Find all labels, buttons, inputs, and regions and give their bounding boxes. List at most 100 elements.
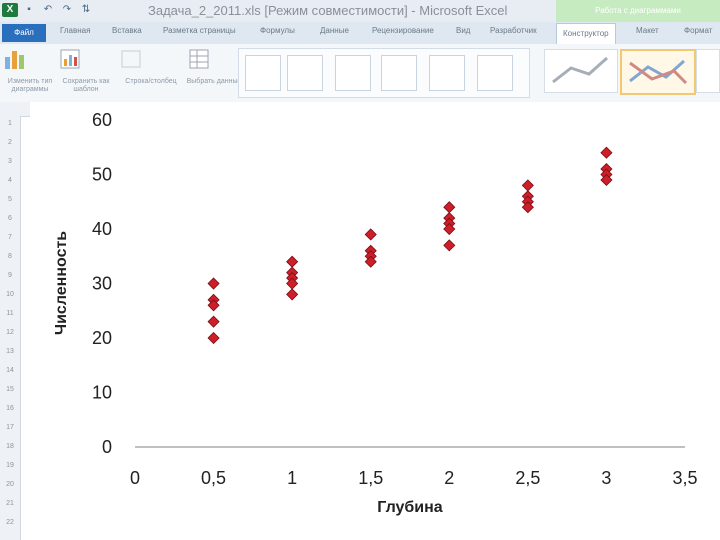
tab-format[interactable]: Формат	[684, 26, 712, 35]
tab-insert[interactable]: Вставка	[112, 26, 142, 35]
ribbon-design: Изменить тип диаграммы Сохранить как шаб…	[0, 44, 720, 103]
row-number[interactable]: 20	[0, 481, 20, 488]
data-point[interactable]	[600, 146, 613, 159]
chart-type-icon	[5, 51, 24, 69]
x-tick-labels: 0 0,5 1 1,5 2 2,5 3 3,5	[130, 468, 698, 488]
row-number[interactable]: 22	[0, 519, 20, 526]
y-tick-label: 50	[92, 165, 112, 185]
data-point[interactable]	[286, 288, 299, 301]
tab-page-layout[interactable]: Разметка страницы	[163, 26, 236, 35]
select-data-button[interactable]: Выбрать данные	[186, 47, 242, 99]
redo-icon[interactable]: ↷	[59, 3, 75, 17]
chart-style-1[interactable]	[544, 49, 618, 93]
x-tick-label: 0,5	[201, 468, 226, 488]
scatter-chart: 0 10 20 30 40 50 60 0 0,5 1 1,5 2 2,5 3 3,5 Численнос…	[53, 110, 698, 516]
row-number[interactable]: 15	[0, 386, 20, 393]
data-point[interactable]	[364, 228, 377, 241]
chart-tools-context-tab: Работа с диаграммами	[556, 0, 720, 22]
y-tick-label: 30	[92, 274, 112, 294]
switch-row-column-label: Строка/столбец	[125, 78, 177, 85]
x-tick-label: 3	[601, 468, 611, 488]
switch-row-column-icon	[121, 50, 141, 68]
select-data-icon	[189, 49, 209, 69]
data-point[interactable]	[521, 179, 534, 192]
chart-layout-3[interactable]	[335, 55, 371, 91]
x-tick-label: 2,5	[515, 468, 540, 488]
row-number[interactable]: 11	[0, 310, 20, 317]
chart-layout-2[interactable]	[287, 55, 323, 91]
row-number[interactable]: 16	[0, 405, 20, 412]
tab-layout[interactable]: Макет	[636, 26, 659, 35]
row-number[interactable]: 4	[0, 177, 20, 184]
chart-style-1-preview	[552, 56, 608, 84]
select-data-label: Выбрать данные	[186, 78, 242, 85]
save-as-template-button[interactable]: Сохранить как шаблон	[58, 47, 114, 99]
change-chart-type-button[interactable]: Изменить тип диаграммы	[2, 47, 58, 99]
excel-logo-icon[interactable]: X	[2, 3, 18, 17]
chart-area[interactable]: 0 10 20 30 40 50 60 0 0,5 1 1,5 2 2,5 3 3,5 Численнос…	[30, 102, 720, 540]
tab-review[interactable]: Рецензирование	[372, 26, 434, 35]
row-number[interactable]: 12	[0, 329, 20, 336]
save-icon[interactable]: ▪	[21, 3, 37, 17]
row-number[interactable]: 18	[0, 443, 20, 450]
title-bar: X ▪ ↶ ↷ ⇅ Задача_2_2011.xls [Режим совме…	[0, 0, 720, 22]
tab-design[interactable]: Конструктор	[556, 23, 616, 44]
data-point[interactable]	[207, 331, 220, 345]
y-tick-label: 0	[102, 437, 112, 457]
sort-icon[interactable]: ⇅	[78, 3, 94, 17]
chart-style-3[interactable]	[696, 49, 720, 93]
tab-data[interactable]: Данные	[320, 26, 349, 35]
row-number[interactable]: 9	[0, 272, 20, 279]
quick-access-toolbar: X ▪ ↶ ↷ ⇅	[2, 3, 94, 17]
y-tick-label: 10	[92, 383, 112, 403]
row-number[interactable]: 2	[0, 139, 20, 146]
row-number[interactable]: 7	[0, 234, 20, 241]
data-point[interactable]	[443, 201, 456, 214]
data-point[interactable]	[443, 239, 456, 252]
row-number[interactable]: 14	[0, 367, 20, 374]
row-number[interactable]: 5	[0, 196, 20, 203]
window-title: Задача_2_2011.xls [Режим совместимости] …	[148, 3, 508, 18]
chart-layout-1[interactable]	[245, 55, 281, 91]
row-number[interactable]: 19	[0, 462, 20, 469]
row-number[interactable]: 13	[0, 348, 20, 355]
x-tick-label: 2	[444, 468, 454, 488]
row-number[interactable]: 8	[0, 253, 20, 260]
tab-developer[interactable]: Разработчик	[490, 26, 537, 35]
undo-icon[interactable]: ↶	[40, 3, 56, 17]
data-point[interactable]	[286, 255, 299, 268]
y-tick-label: 60	[92, 110, 112, 130]
data-point[interactable]	[207, 277, 220, 290]
chart-layout-4[interactable]	[381, 55, 417, 91]
chart-style-2[interactable]	[620, 49, 696, 95]
tab-home[interactable]: Главная	[60, 26, 90, 35]
data-point[interactable]	[207, 315, 220, 328]
switch-row-column-button[interactable]: Строка/столбец	[118, 47, 184, 99]
tab-file[interactable]: Файл	[2, 24, 46, 42]
ribbon-tabs: Файл Главная Вставка Разметка страницы Ф…	[0, 22, 720, 45]
y-tick-labels: 0 10 20 30 40 50 60	[92, 110, 112, 457]
row-number[interactable]: 17	[0, 424, 20, 431]
y-tick-label: 40	[92, 219, 112, 239]
y-axis-title: Численность	[53, 231, 70, 335]
data-points	[207, 146, 613, 345]
chart-tools-label: Работа с диаграммами	[595, 6, 681, 15]
row-number[interactable]: 10	[0, 291, 20, 298]
x-tick-label: 1	[287, 468, 297, 488]
chart-layout-5[interactable]	[429, 55, 465, 91]
row-number[interactable]: 1	[0, 120, 20, 127]
x-tick-label: 1,5	[358, 468, 383, 488]
change-chart-type-label: Изменить тип диаграммы	[7, 78, 53, 93]
row-number[interactable]: 6	[0, 215, 20, 222]
chart-layouts-gallery	[238, 48, 530, 98]
y-tick-label: 20	[92, 328, 112, 348]
x-tick-label: 0	[130, 468, 140, 488]
tab-view[interactable]: Вид	[456, 26, 470, 35]
row-number[interactable]: 21	[0, 500, 20, 507]
chart-layout-6[interactable]	[477, 55, 513, 91]
row-number[interactable]: 3	[0, 158, 20, 165]
x-axis-title: Глубина	[377, 499, 443, 516]
save-as-template-label: Сохранить как шаблон	[62, 78, 110, 93]
template-icon	[60, 49, 80, 69]
tab-formulas[interactable]: Формулы	[260, 26, 295, 35]
